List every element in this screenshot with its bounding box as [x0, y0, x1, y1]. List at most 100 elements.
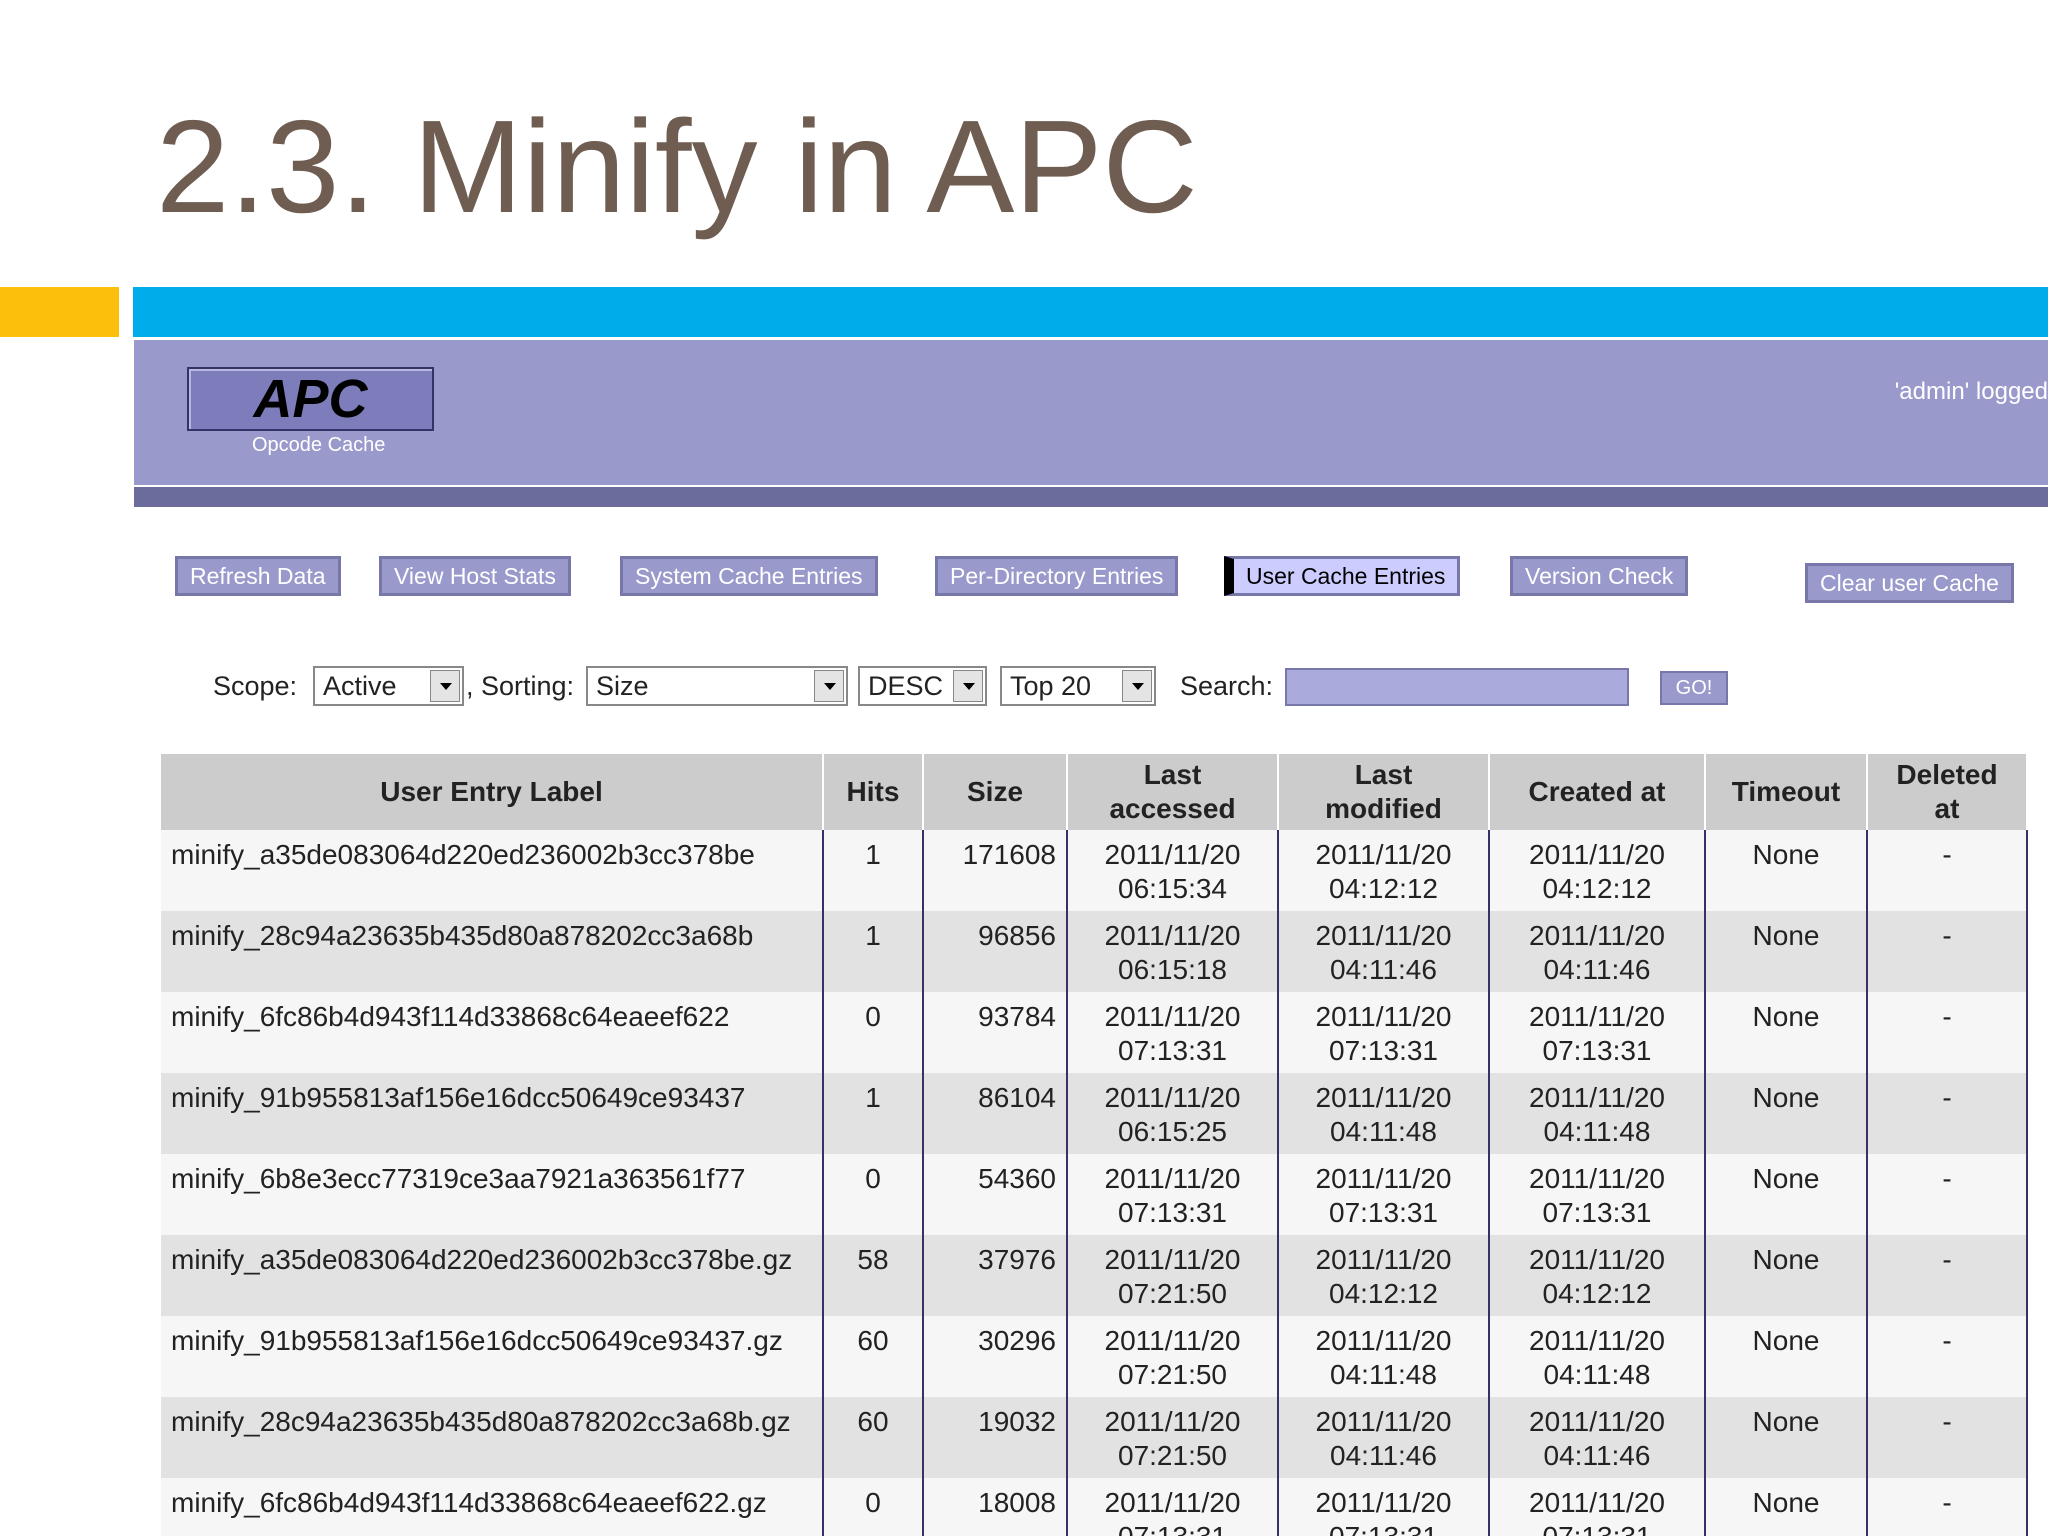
sorting-value: Size — [596, 671, 649, 701]
col-header-deleted-line2: at — [1934, 793, 1960, 824]
logged-in-status: 'admin' logged — [1894, 378, 2048, 405]
entry-deleted: - — [1867, 911, 2028, 992]
entry-last-modified: 2011/11/2007:13:31 — [1278, 1478, 1490, 1536]
sorting-select[interactable]: Size — [586, 666, 848, 706]
table-header-row: User Entry Label Hits Size Last accessed… — [161, 754, 2028, 830]
sorting-label: , Sorting: — [466, 671, 575, 701]
entry-label-link[interactable]: minify_6b8e3ecc77319ce3aa7921a363561f77 — [161, 1154, 824, 1235]
table-row: minify_28c94a23635b435d80a878202cc3a68b.… — [161, 1397, 2028, 1478]
entry-last-accessed: 2011/11/20 06:15:18 — [1067, 911, 1279, 992]
entry-created-time: 07:13:31 — [1543, 1521, 1652, 1536]
entry-created-date: 2011/11/20 — [1529, 1406, 1665, 1437]
refresh-data-button[interactable]: Refresh Data — [175, 556, 341, 596]
chevron-down-icon — [1122, 670, 1152, 702]
entry-last-accessed-time: 07:21:50 — [1118, 1359, 1227, 1390]
entry-label-link[interactable]: minify_a35de083064d220ed236002b3cc378be — [161, 830, 824, 911]
chevron-down-icon — [430, 670, 460, 702]
col-header-size[interactable]: Size — [923, 754, 1068, 830]
entry-timeout: None — [1705, 1154, 1868, 1235]
entry-deleted: - — [1867, 1316, 2028, 1397]
entry-label-link[interactable]: minify_6fc86b4d943f114d33868c64eaeef622.… — [161, 1478, 824, 1536]
entry-last-modified: 2011/11/2007:13:31 — [1278, 992, 1490, 1073]
order-select[interactable]: DESC — [858, 666, 987, 706]
entry-last-modified-time: 07:13:31 — [1329, 1035, 1438, 1066]
entry-last-accessed-date: 2011/11/20 — [1104, 1001, 1241, 1032]
entry-last-modified: 2011/11/20 04:11:46 — [1278, 1397, 1490, 1478]
user-cache-entries-button[interactable]: User Cache Entries — [1224, 556, 1461, 596]
col-header-deleted[interactable]: Deleted at — [1867, 754, 2028, 830]
col-header-last-modified[interactable]: Last modified — [1278, 754, 1490, 830]
entry-last-modified-date: 2011/11/20 — [1315, 839, 1452, 870]
accent-bar-orange — [0, 287, 119, 337]
entry-last-accessed-date: 2011/11/20 — [1104, 920, 1241, 951]
entry-label-link[interactable]: minify_6fc86b4d943f114d33868c64eaeef622 — [161, 992, 824, 1073]
entry-deleted: - — [1867, 1154, 2028, 1235]
entry-last-modified-date: 2011/11/20 — [1315, 1487, 1452, 1518]
apc-logo-subtitle: Opcode Cache — [252, 434, 386, 456]
entry-hits: 58 — [823, 1235, 924, 1316]
entry-last-modified-time: 04:11:46 — [1330, 954, 1437, 985]
table-row: minify_6fc86b4d943f114d33868c64eaeef622.… — [161, 1478, 2028, 1536]
scope-select[interactable]: Active — [313, 666, 464, 706]
entry-created-time: 04:11:48 — [1543, 1116, 1651, 1147]
entry-last-accessed-date: 2011/11/20 — [1104, 1244, 1241, 1275]
view-host-stats-button[interactable]: View Host Stats — [379, 556, 571, 596]
table-row: minify_6b8e3ecc77319ce3aa7921a363561f77 … — [161, 1154, 2028, 1235]
scope-value: Active — [323, 671, 397, 701]
col-header-hits[interactable]: Hits — [823, 754, 924, 830]
entry-hits: 1 — [823, 1073, 924, 1154]
entry-last-modified: 2011/11/20 04:11:48 — [1278, 1073, 1490, 1154]
entry-label-link[interactable]: minify_28c94a23635b435d80a878202cc3a68b.… — [161, 1397, 824, 1478]
entry-deleted: - — [1867, 1478, 2028, 1536]
entry-last-modified: 2011/11/20 04:12:12 — [1278, 1235, 1490, 1316]
entry-size: 54360 — [923, 1154, 1068, 1235]
accent-bar-blue — [133, 287, 2048, 337]
entry-hits: 0 — [823, 992, 924, 1073]
entry-size: 86104 — [923, 1073, 1068, 1154]
entry-hits: 60 — [823, 1397, 924, 1478]
entry-last-modified-time: 07:13:31 — [1329, 1197, 1438, 1228]
entry-last-modified: 2011/11/20 04:11:46 — [1278, 911, 1490, 992]
entry-last-modified: 2011/11/20 04:12:12 — [1278, 830, 1490, 911]
entry-last-accessed: 2011/11/2007:13:31 — [1067, 1478, 1279, 1536]
col-header-timeout[interactable]: Timeout — [1705, 754, 1868, 830]
entry-created-time: 04:11:46 — [1543, 954, 1651, 985]
col-header-created[interactable]: Created at — [1489, 754, 1706, 830]
scope-label: Scope: — [213, 671, 298, 701]
col-header-last-accessed[interactable]: Last accessed — [1067, 754, 1279, 830]
entry-label-link[interactable]: minify_28c94a23635b435d80a878202cc3a68b — [161, 911, 824, 992]
chevron-down-icon — [953, 670, 983, 702]
apc-logo[interactable]: APC — [187, 367, 434, 431]
entry-label-link[interactable]: minify_91b955813af156e16dcc50649ce93437.… — [161, 1316, 824, 1397]
entry-label-link[interactable]: minify_91b955813af156e16dcc50649ce93437 — [161, 1073, 824, 1154]
entry-created-date: 2011/11/20 — [1529, 1244, 1665, 1275]
chevron-down-icon — [814, 670, 844, 702]
entry-last-accessed: 2011/11/20 07:21:50 — [1067, 1316, 1279, 1397]
entry-last-accessed: 2011/11/2007:13:31 — [1067, 1154, 1279, 1235]
entry-last-accessed-time: 06:15:25 — [1118, 1116, 1227, 1147]
search-input[interactable] — [1285, 668, 1629, 706]
limit-select[interactable]: Top 20 — [1000, 666, 1156, 706]
entry-last-modified-time: 04:11:48 — [1330, 1116, 1437, 1147]
entry-label-link[interactable]: minify_a35de083064d220ed236002b3cc378be.… — [161, 1235, 824, 1316]
entry-created-time: 04:11:48 — [1543, 1359, 1651, 1390]
apc-header: APC Opcode Cache 'admin' logged — [134, 340, 2048, 485]
slide-title: 2.3. Minify in APC — [156, 93, 1198, 240]
entry-created: 2011/11/2007:13:31 — [1489, 1154, 1706, 1235]
entry-created: 2011/11/20 04:11:48 — [1489, 1316, 1706, 1397]
entry-last-modified-time: 04:11:48 — [1330, 1359, 1437, 1390]
entry-created-date: 2011/11/20 — [1529, 1487, 1665, 1518]
system-cache-entries-button[interactable]: System Cache Entries — [620, 556, 878, 596]
go-button[interactable]: GO! — [1660, 671, 1728, 705]
limit-value: Top 20 — [1010, 671, 1092, 701]
entry-size: 96856 — [923, 911, 1068, 992]
entry-timeout: None — [1705, 992, 1868, 1073]
entry-last-modified: 2011/11/2007:13:31 — [1278, 1154, 1490, 1235]
version-check-button[interactable]: Version Check — [1510, 556, 1689, 596]
per-directory-entries-button[interactable]: Per-Directory Entries — [935, 556, 1179, 596]
entry-created-date: 2011/11/20 — [1529, 920, 1665, 951]
clear-user-cache-button[interactable]: Clear user Cache — [1805, 563, 2014, 603]
entry-created: 2011/11/20 04:11:48 — [1489, 1073, 1706, 1154]
entry-timeout: None — [1705, 1478, 1868, 1536]
col-header-label[interactable]: User Entry Label — [161, 754, 824, 830]
